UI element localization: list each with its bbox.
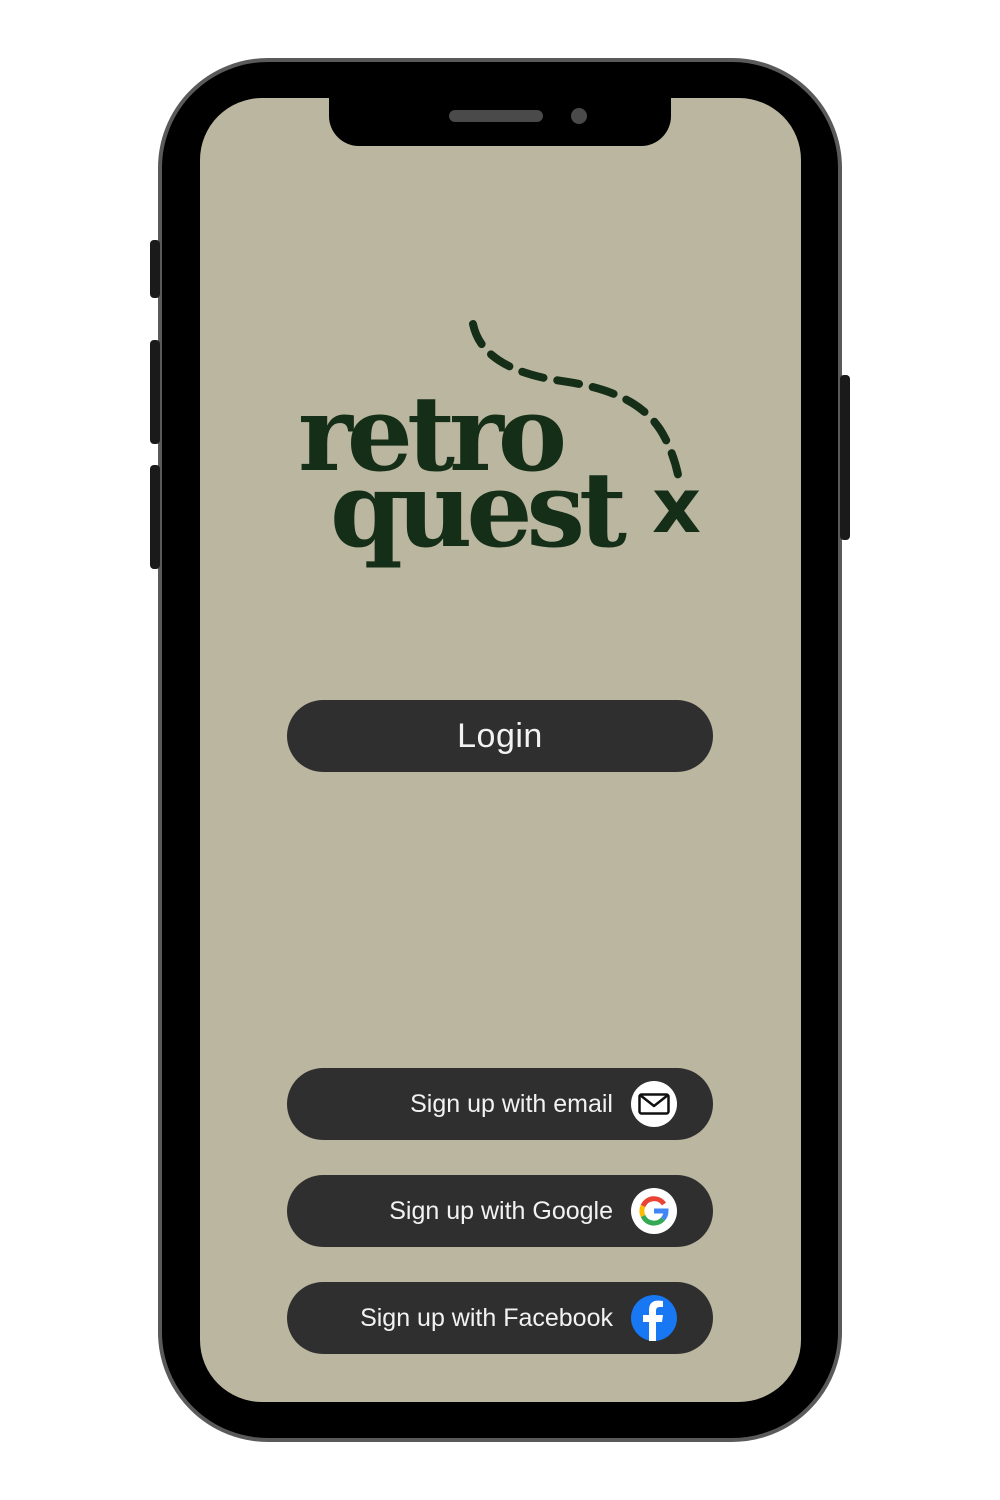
facebook-icon: [631, 1295, 677, 1341]
front-camera: [571, 108, 587, 124]
retroquest-logo: retro quest x: [298, 320, 701, 571]
volume-up-button: [150, 340, 160, 444]
logo-x-mark: x: [652, 461, 701, 550]
volume-down-button: [150, 465, 160, 569]
signup-facebook-label: Sign up with Facebook: [360, 1303, 613, 1332]
power-button: [840, 375, 850, 540]
login-button[interactable]: Login: [287, 700, 713, 772]
google-icon: [631, 1188, 677, 1234]
login-label: Login: [457, 716, 543, 755]
signup-facebook-button[interactable]: Sign up with Facebook: [287, 1282, 713, 1354]
logo-word-quest: quest: [330, 448, 627, 571]
signup-google-button[interactable]: Sign up with Google: [287, 1175, 713, 1247]
signup-email-label: Sign up with email: [410, 1089, 613, 1118]
notch: [329, 98, 671, 146]
signup-email-button[interactable]: Sign up with email: [287, 1068, 713, 1140]
silent-switch: [150, 240, 160, 298]
speaker-grille: [449, 110, 543, 122]
envelope-icon: [631, 1081, 677, 1127]
signup-google-label: Sign up with Google: [389, 1196, 613, 1225]
app-screen: retro quest x Login Sign up with email S…: [200, 98, 801, 1402]
